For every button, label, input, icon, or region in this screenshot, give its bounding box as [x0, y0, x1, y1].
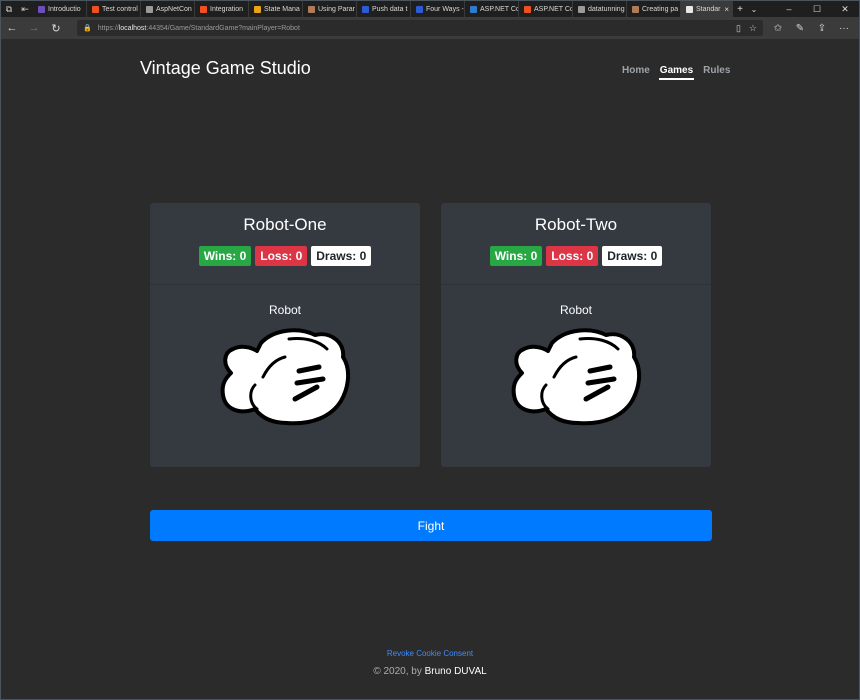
tab-favicon-icon — [308, 5, 315, 13]
tab-label: Push data t — [372, 5, 408, 13]
browser-window: ⧉ ⇤ Introductio Test control AspNetCon Inte… — [0, 0, 860, 700]
tab-favicon-icon — [524, 5, 531, 13]
browser-tab[interactable]: datatunning — [573, 1, 627, 17]
close-window-icon[interactable]: ✕ — [831, 1, 859, 17]
tab-label: Introductio — [48, 5, 81, 13]
close-tab-icon[interactable]: × — [724, 5, 729, 14]
wins-badge: Wins: 0 — [489, 246, 543, 266]
minimize-icon[interactable]: – — [775, 1, 803, 17]
browser-tab[interactable]: Creating pa — [627, 1, 681, 17]
draws-badge: Draws: 0 — [602, 246, 663, 266]
player-choice: Robot — [559, 303, 593, 317]
tab-favicon-icon — [254, 5, 261, 13]
lock-icon: 🔒 — [83, 25, 92, 32]
tab-actions-icon[interactable]: ⧉ — [1, 1, 17, 17]
tab-favicon-icon — [146, 5, 153, 13]
url-path: :44354/Game/StandardGame?mainPlayer=Robo… — [146, 24, 300, 32]
maximize-icon[interactable]: ☐ — [803, 1, 831, 17]
site-brand[interactable]: Vintage Game Studio — [140, 58, 311, 79]
tab-label: State Mana — [264, 5, 300, 13]
tab-favicon-icon — [200, 5, 207, 13]
tab-label: datatunning — [588, 5, 625, 13]
new-tab-icon[interactable]: + — [733, 1, 747, 17]
tab-favicon-icon — [92, 5, 99, 13]
tab-label: Integration — [210, 5, 244, 13]
loss-badge: Loss: 0 — [546, 246, 599, 266]
tab-label: ASP.NET Cc — [534, 5, 573, 13]
player-choice: Robot — [268, 303, 302, 317]
tab-label: ASP.NET Cc — [480, 5, 519, 13]
tab-label: AspNetCon — [156, 5, 192, 13]
player-card-one: Robot-One Wins: 0 Loss: 0 Draws: 0 Robot — [150, 203, 420, 467]
draws-badge: Draws: 0 — [311, 246, 372, 266]
favorite-star-icon[interactable]: ☆ — [749, 23, 757, 34]
nav-rules[interactable]: Rules — [702, 65, 731, 80]
browser-tab[interactable]: AspNetCon — [141, 1, 195, 17]
player-name: Robot-One — [243, 215, 327, 234]
browser-tab[interactable]: Introductio — [33, 1, 87, 17]
browser-tab[interactable]: State Mana — [249, 1, 303, 17]
fist-icon — [511, 328, 641, 426]
window-controls: – ☐ ✕ — [775, 1, 859, 17]
address-bar: ← → ↻ 🔒 https://localhost:44354/Game/Sta… — [1, 17, 859, 39]
tab-favicon-icon — [416, 5, 423, 13]
tab-favicon-icon — [578, 5, 585, 13]
browser-tab[interactable]: ASP.NET Cc — [519, 1, 573, 17]
back-icon[interactable]: ← — [1, 17, 23, 39]
score-badges: Wins: 0 Loss: 0 Draws: 0 — [150, 246, 420, 266]
browser-tab[interactable]: Four Ways - — [411, 1, 465, 17]
player-name: Robot-Two — [534, 215, 618, 234]
tab-active[interactable]: Standar × — [681, 1, 733, 17]
browser-tab[interactable]: Test control — [87, 1, 141, 17]
more-icon[interactable]: ··· — [833, 23, 855, 34]
reading-view-icon[interactable]: ▯ — [736, 23, 741, 34]
tab-favicon-icon — [632, 5, 639, 13]
tab-label: Four Ways - — [426, 5, 464, 13]
tab-strip: ⧉ ⇤ Introductio Test control AspNetCon Inte… — [1, 1, 859, 17]
tab-label: Test control — [102, 5, 138, 13]
player-card-two: Robot-Two Wins: 0 Loss: 0 Draws: 0 Robot — [441, 203, 711, 467]
nav-games[interactable]: Games — [658, 65, 695, 80]
tab-favicon-icon — [362, 5, 369, 13]
page-favicon-icon — [686, 5, 693, 13]
url-host: localhost — [118, 24, 147, 32]
url-field[interactable]: 🔒 https://localhost:44354/Game/StandardG… — [77, 20, 763, 36]
score-badges: Wins: 0 Loss: 0 Draws: 0 — [441, 246, 711, 266]
copyright-text: © 2020, by — [373, 666, 422, 677]
url-prefix: https:// — [97, 24, 119, 32]
browser-tab[interactable]: Using Parar — [303, 1, 357, 17]
fight-button[interactable]: Fight — [150, 510, 712, 541]
browser-tab[interactable]: Push data t — [357, 1, 411, 17]
notes-icon[interactable]: ✎ — [789, 23, 811, 34]
main-nav: Home Games Rules — [621, 65, 731, 80]
tabs-aside-icon[interactable]: ⇤ — [17, 1, 33, 17]
wins-badge: Wins: 0 — [198, 246, 252, 266]
favorites-icon[interactable]: ✩ — [767, 23, 789, 34]
browser-tab[interactable]: ASP.NET Cc — [465, 1, 519, 17]
tab-list: Introductio Test control AspNetCon Integrat… — [33, 1, 681, 17]
card-header: Robot-One Wins: 0 Loss: 0 Draws: 0 — [150, 203, 420, 285]
toolbar: ✩ ✎ ⇪ ··· — [767, 17, 855, 39]
tab-label: Creating pa — [642, 5, 679, 13]
tab-label: Using Parar — [318, 5, 355, 13]
author-name: Bruno DUVAL — [424, 666, 487, 677]
refresh-icon[interactable]: ↻ — [45, 17, 67, 39]
card-header: Robot-Two Wins: 0 Loss: 0 Draws: 0 — [441, 203, 711, 285]
tab-favicon-icon — [38, 5, 45, 13]
chevron-down-icon[interactable]: ⌄ — [747, 1, 761, 17]
fist-icon — [220, 328, 350, 426]
revoke-cookie-link[interactable]: Revoke Cookie Consent — [1, 649, 859, 658]
forward-icon[interactable]: → — [23, 17, 45, 39]
loss-badge: Loss: 0 — [255, 246, 308, 266]
share-icon[interactable]: ⇪ — [811, 23, 833, 34]
tab-label: Standar — [696, 5, 721, 13]
tab-favicon-icon — [470, 5, 477, 13]
nav-home[interactable]: Home — [621, 65, 651, 80]
footer: © 2020, by Bruno DUVAL — [1, 666, 859, 677]
browser-tab[interactable]: Integration — [195, 1, 249, 17]
